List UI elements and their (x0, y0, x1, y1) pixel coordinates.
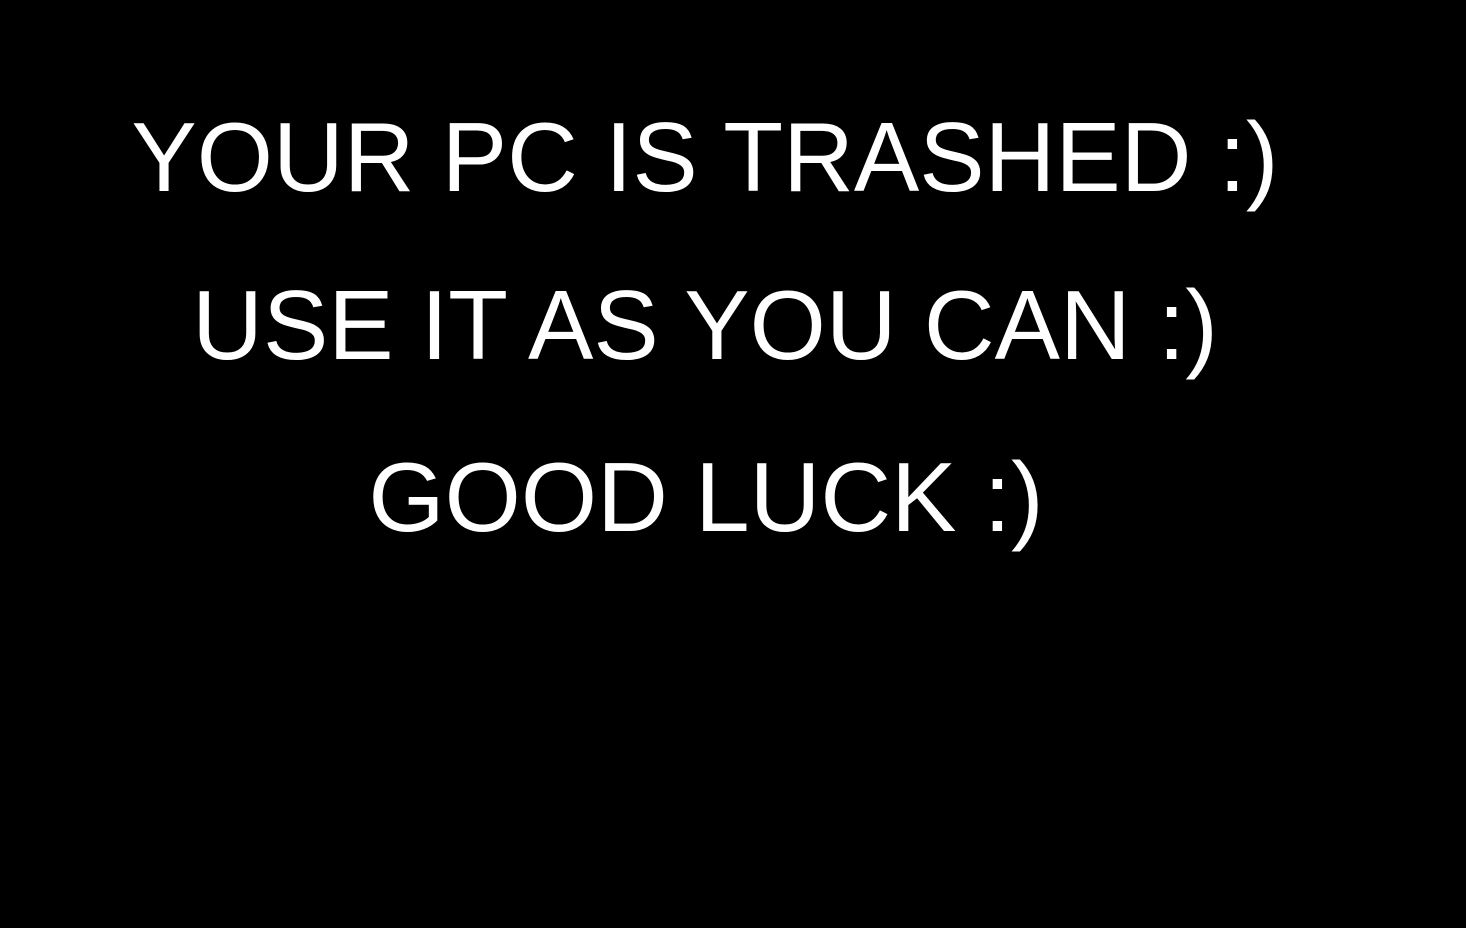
message-line-1: YOUR PC IS TRASHED :) (131, 102, 1279, 212)
ransom-screen: YOUR PC IS TRASHED :) USE IT AS YOU CAN … (0, 0, 1466, 928)
message-line-2: USE IT AS YOU CAN :) (192, 270, 1218, 380)
message-line-3: GOOD LUCK :) (368, 442, 1044, 552)
